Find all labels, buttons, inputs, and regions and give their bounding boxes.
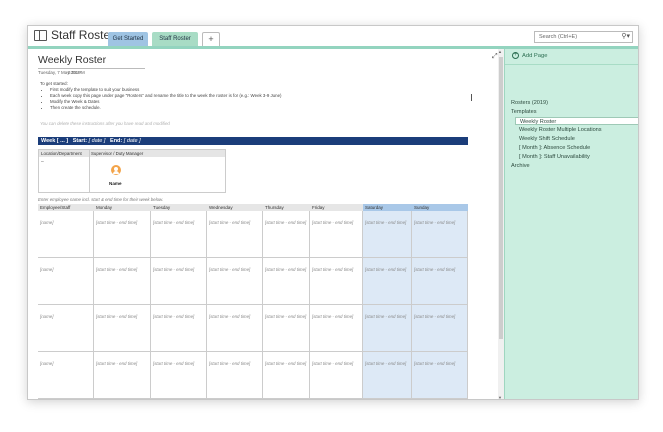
start-date: [ date ] xyxy=(88,138,106,144)
instructions-list: First modify the template to suit your b… xyxy=(50,87,281,111)
shift-time-cell[interactable]: [start time - end time] xyxy=(151,258,207,305)
shift-time-cell[interactable]: [start time - end time] xyxy=(412,305,468,352)
title-underline xyxy=(38,68,145,69)
employee-name-cell[interactable]: [name] xyxy=(38,211,94,258)
shift-time-cell[interactable]: [start time - end time] xyxy=(363,305,412,352)
shift-time-cell[interactable]: [start time - end time] xyxy=(412,258,468,305)
title-bar: Staff Roster ▼ Get Started Staff Roster … xyxy=(28,26,638,46)
schedule-table[interactable]: Employee/Staff Monday Tuesday Wednesday Thur… xyxy=(38,204,468,399)
schedule-note: Enter employee name incl. start & end ti… xyxy=(38,197,164,202)
supervisor-name[interactable]: Name xyxy=(109,181,122,186)
shift-time-cell[interactable]: [start time - end time] xyxy=(94,211,151,258)
pane-divider xyxy=(505,64,638,65)
schedule-header-thursday: Thursday xyxy=(263,204,310,211)
shift-time-cell[interactable]: [start time - end time] xyxy=(263,211,310,258)
tab-staff-roster[interactable]: Staff Roster xyxy=(152,32,198,46)
page-list-item[interactable]: Weekly Roster xyxy=(515,117,638,125)
page-list-item[interactable]: Templates xyxy=(511,108,537,116)
shift-time-cell[interactable]: [start time - end time] xyxy=(363,352,412,399)
start-label: Start: xyxy=(72,138,88,144)
schedule-header-monday: Monday xyxy=(94,204,151,211)
search-icon[interactable]: ⚲▾ xyxy=(621,32,630,42)
scroll-up-icon[interactable]: ▲ xyxy=(498,49,502,54)
column-divider xyxy=(89,150,90,192)
shift-time-cell[interactable]: [start time - end time] xyxy=(412,211,468,258)
notebook-title[interactable]: Staff Roster xyxy=(51,28,114,42)
shift-time-cell[interactable]: [start time - end time] xyxy=(263,258,310,305)
page-title[interactable]: Weekly Roster xyxy=(38,54,106,66)
shift-time-cell[interactable]: [start time - end time] xyxy=(412,352,468,399)
shift-time-cell[interactable]: [start time - end time] xyxy=(207,305,263,352)
shift-time-cell[interactable]: [start time - end time] xyxy=(263,305,310,352)
supervisor-table[interactable]: Location/Department Supervisor / Duty Ma… xyxy=(38,149,226,193)
employee-name-cell[interactable]: [name] xyxy=(38,352,94,399)
shift-time-cell[interactable]: [start time - end time] xyxy=(310,258,363,305)
employee-name-cell[interactable]: [name] xyxy=(38,258,94,305)
shift-time-cell[interactable]: [start time - end time] xyxy=(363,258,412,305)
search-placeholder: Search (Ctrl+E) xyxy=(539,34,578,40)
instructions-note: You can delete these instructions after … xyxy=(40,121,170,126)
shift-time-cell[interactable]: [start time - end time] xyxy=(94,258,151,305)
shift-time-cell[interactable]: [start time - end time] xyxy=(151,211,207,258)
page-list-pane: + Add Page Rosters (2019) Templates Weekly … xyxy=(504,49,638,399)
week-label: Week [ ... ] xyxy=(41,138,69,144)
search-input[interactable]: Search (Ctrl+E) ⚲▾ xyxy=(534,31,633,43)
page-canvas[interactable]: Weekly Roster Tuesday, 7 May 2019 5:08 P… xyxy=(28,49,498,399)
week-header-bar[interactable]: Week [ ... ] Start: [ date ] End: [ date… xyxy=(38,137,468,145)
tab-get-started[interactable]: Get Started xyxy=(108,32,148,46)
add-section-button[interactable]: + xyxy=(202,32,220,46)
person-icon xyxy=(111,165,121,175)
page-list-item[interactable]: Weekly Roster Multiple Locations xyxy=(519,126,602,134)
shift-time-cell[interactable]: [start time - end time] xyxy=(207,352,263,399)
page-list-item[interactable]: Rosters (2019) xyxy=(511,99,548,107)
end-label: End: xyxy=(110,138,123,144)
shift-time-cell[interactable]: [start time - end time] xyxy=(94,352,151,399)
shift-time-cell[interactable]: [start time - end time] xyxy=(310,211,363,258)
page-time: 5:08 PM xyxy=(68,70,85,75)
expand-icon[interactable]: ⤢ xyxy=(492,53,498,61)
schedule-header-friday: Friday xyxy=(310,204,363,211)
page-list-item[interactable]: Archive xyxy=(511,162,530,170)
instructions-block[interactable]: To get started: First modify the templat… xyxy=(40,81,281,111)
location-value[interactable]: – xyxy=(41,159,44,165)
text-cursor xyxy=(471,94,472,101)
instruction-item: Then create the schedule. xyxy=(50,105,281,111)
page-list-item[interactable]: [ Month ]: Staff Unavailability xyxy=(519,153,590,161)
schedule-header-saturday: Saturday xyxy=(363,204,412,211)
employee-name-cell[interactable]: [name] xyxy=(38,305,94,352)
shift-time-cell[interactable]: [start time - end time] xyxy=(310,352,363,399)
shift-time-cell[interactable]: [start time - end time] xyxy=(151,305,207,352)
end-date: [ date ] xyxy=(123,138,141,144)
scroll-thumb[interactable] xyxy=(499,57,503,339)
shift-time-cell[interactable]: [start time - end time] xyxy=(207,211,263,258)
add-page-label: Add Page xyxy=(522,53,548,59)
schedule-header-sunday: Sunday xyxy=(412,204,468,211)
shift-time-cell[interactable]: [start time - end time] xyxy=(207,258,263,305)
onenote-window: Staff Roster ▼ Get Started Staff Roster … xyxy=(27,25,639,400)
shift-time-cell[interactable]: [start time - end time] xyxy=(363,211,412,258)
shift-time-cell[interactable]: [start time - end time] xyxy=(151,352,207,399)
shift-time-cell[interactable]: [start time - end time] xyxy=(94,305,151,352)
supervisor-header: Supervisor / Duty Manager xyxy=(91,151,144,156)
shift-time-cell[interactable]: [start time - end time] xyxy=(310,305,363,352)
notebook-icon[interactable] xyxy=(34,30,47,41)
location-header: Location/Department xyxy=(41,151,82,156)
schedule-header-wednesday: Wednesday xyxy=(207,204,263,211)
schedule-header-tuesday: Tuesday xyxy=(151,204,207,211)
scroll-down-icon[interactable]: ▼ xyxy=(498,395,502,399)
shift-time-cell[interactable]: [start time - end time] xyxy=(263,352,310,399)
page-list-item[interactable]: Weekly Shift Schedule xyxy=(519,135,575,143)
plus-circle-icon: + xyxy=(512,51,519,59)
add-page-button[interactable]: + Add Page xyxy=(512,51,547,61)
schedule-header-employee-staff: Employee/Staff xyxy=(38,204,94,211)
page-list-item[interactable]: [ Month ]: Absence Schedule xyxy=(519,144,590,152)
